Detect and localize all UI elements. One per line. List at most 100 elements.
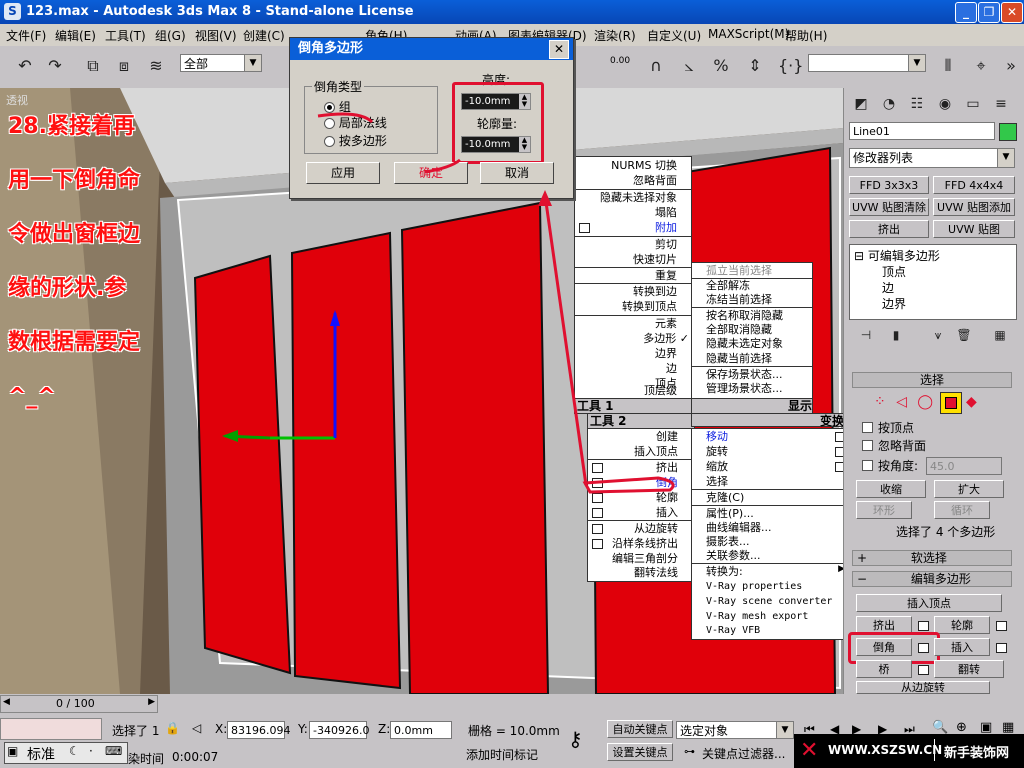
menu-item-dope-sheet[interactable]: 摄影表...: [706, 534, 750, 549]
menu-render[interactable]: 渲染(R): [594, 27, 636, 44]
ignore-back-checkbox[interactable]: [862, 440, 873, 451]
menu-item-bevel[interactable]: 倒角: [656, 475, 678, 490]
soft-select-rollout-header[interactable]: + 软选择: [852, 550, 1012, 566]
auto-key-button[interactable]: 自动关键点: [607, 720, 673, 738]
menu-item-hinge[interactable]: 从边旋转: [634, 521, 678, 536]
menu-item-curve-editor[interactable]: 曲线编辑器...: [706, 520, 772, 535]
menu-customize[interactable]: 自定义(U): [647, 27, 701, 44]
key-filters-button[interactable]: 关键点过滤器...: [702, 745, 785, 762]
link-icon[interactable]: ⧉: [82, 55, 104, 77]
angle-spinner[interactable]: 45.0: [926, 457, 1002, 475]
element-mode-icon[interactable]: ◆: [966, 394, 977, 410]
ime-keyboard-icon[interactable]: ⌨: [105, 744, 122, 758]
menu-item-flip-normals[interactable]: 翻转法线: [634, 565, 678, 580]
menu-item-element[interactable]: 元素: [655, 316, 677, 331]
x-coordinate-field[interactable]: 83196.094: [227, 721, 291, 739]
menu-item-scale[interactable]: 缩放: [706, 459, 728, 474]
flip-button[interactable]: 翻转: [934, 660, 1004, 678]
inset-button[interactable]: 插入: [934, 638, 990, 656]
menu-item-convert-edge[interactable]: 转换到边: [633, 284, 677, 299]
radio-local-normal[interactable]: 局部法线: [324, 114, 387, 131]
display-tab-icon[interactable]: ▭: [962, 93, 984, 115]
menu-item-isolate[interactable]: 孤立当前选择: [706, 263, 772, 278]
configure-sets-icon[interactable]: ▦: [989, 324, 1011, 346]
edge-mode-icon[interactable]: ◁: [896, 394, 907, 410]
menu-item-hide-unselected[interactable]: 隐藏未选择对象: [600, 190, 677, 205]
border-mode-icon[interactable]: ◯: [917, 394, 933, 410]
zoom-extents-icon[interactable]: ▣: [980, 720, 992, 735]
menu-item-manage-state[interactable]: 管理场景状态...: [706, 381, 783, 396]
hinge-button[interactable]: 从边旋转: [856, 681, 990, 694]
close-button[interactable]: ✕: [1001, 2, 1023, 23]
utilities-tab-icon[interactable]: ≡: [990, 93, 1012, 115]
ime-moon-icon[interactable]: ☾: [69, 744, 80, 758]
settings-box-icon[interactable]: [579, 223, 590, 233]
menu-view[interactable]: 视图(V): [195, 27, 237, 44]
stack-item-editable-poly[interactable]: ⊟ 可编辑多边形: [854, 247, 940, 264]
menu-item-outline[interactable]: 轮廓: [656, 490, 678, 505]
menu-item-vray-converter[interactable]: V-Ray scene converter: [706, 594, 832, 609]
app-icon[interactable]: S: [4, 3, 21, 20]
window-pane-2[interactable]: [290, 231, 402, 690]
more-tools-icon[interactable]: »: [1000, 55, 1022, 77]
menu-create[interactable]: 创建(C): [243, 27, 285, 44]
key-mode-dropdown[interactable]: 选定对象 ▼: [676, 721, 794, 739]
time-prev-icon[interactable]: ◀: [3, 697, 10, 707]
bridge-settings-icon[interactable]: [918, 665, 929, 675]
outline-settings-icon[interactable]: [996, 621, 1007, 631]
minimize-button[interactable]: _: [955, 2, 977, 23]
remove-modifier-icon[interactable]: 🗑: [953, 324, 975, 346]
extrude-settings-icon[interactable]: [918, 621, 929, 631]
menu-item-edit-tri[interactable]: 编辑三角剖分: [612, 551, 678, 566]
motion-tab-icon[interactable]: ◉: [934, 93, 956, 115]
named-selection-dropdown[interactable]: ▼: [808, 54, 926, 72]
pin-stack-icon[interactable]: ⊣: [855, 324, 877, 346]
menu-item-select[interactable]: 选择: [706, 474, 728, 489]
ok-button[interactable]: 确定: [394, 162, 468, 184]
menu-item-nurms[interactable]: NURMS 切换: [611, 158, 677, 173]
show-end-result-icon[interactable]: ▮: [885, 324, 907, 346]
loop-button[interactable]: 循环: [934, 501, 990, 519]
menu-item-inset[interactable]: 插入: [656, 505, 678, 520]
menu-item-unfreeze-all[interactable]: 全部解冻: [706, 278, 750, 293]
menu-item-extrude[interactable]: 挤出: [656, 460, 678, 475]
y-coordinate-field[interactable]: -340926.0: [309, 721, 369, 739]
menu-item-cut[interactable]: 剪切: [655, 237, 677, 252]
bind-space-warp-icon[interactable]: ≋: [145, 55, 167, 77]
shrink-button[interactable]: 收缩: [856, 480, 926, 498]
menu-item-hide-unselected-obj[interactable]: 隐藏未选定对象: [706, 336, 783, 351]
menu-item-vray-vfb[interactable]: V-Ray VFB: [706, 623, 760, 638]
select-rollout-header[interactable]: 选择: [852, 372, 1012, 388]
menu-item-unhide-all[interactable]: 全部取消隐藏: [706, 322, 772, 337]
ime-bar[interactable]: ▣ 标准 ☾ · ⌨: [4, 742, 128, 764]
ring-button[interactable]: 环形: [856, 501, 912, 519]
menu-item-freeze-selection[interactable]: 冻结当前选择: [706, 292, 772, 307]
menu-item-polygon[interactable]: 多边形 ✓: [643, 331, 689, 346]
set-key-button[interactable]: 设置关键点: [607, 743, 673, 761]
menu-item-edge[interactable]: 边: [666, 361, 677, 376]
modifier-list-dropdown[interactable]: 修改器列表 ▼: [849, 148, 1015, 168]
angle-snap-icon[interactable]: ⦣: [678, 55, 700, 77]
menu-item-properties[interactable]: 属性(P)...: [706, 506, 754, 521]
menu-item-vray-mesh[interactable]: V-Ray mesh export: [706, 609, 808, 624]
menu-item-hide-selection[interactable]: 隐藏当前选择: [706, 351, 772, 366]
menu-item-convert-vertex[interactable]: 转换到顶点: [622, 299, 677, 314]
menu-item-vray-props[interactable]: V-Ray properties: [706, 579, 802, 594]
cancel-button[interactable]: 取消: [480, 162, 554, 184]
radio-group[interactable]: 组: [324, 98, 351, 115]
modify-tab-icon[interactable]: ◔: [878, 93, 900, 115]
settings-box-icon[interactable]: [592, 539, 603, 549]
outline-button[interactable]: 轮廓: [934, 616, 990, 634]
menu-item-top-level[interactable]: 顶层级: [644, 383, 677, 398]
dialog-close-icon[interactable]: ✕: [549, 40, 569, 59]
menu-item-clone[interactable]: 克隆(C): [706, 490, 744, 505]
hierarchy-tab-icon[interactable]: ☷: [906, 93, 928, 115]
polygon-mode-icon[interactable]: [940, 392, 962, 414]
menu-maxscript[interactable]: MAXScript(M): [708, 27, 789, 41]
menu-item-create[interactable]: 创建: [656, 429, 678, 444]
menu-item-ignore-back[interactable]: 忽略背面: [633, 173, 677, 188]
menu-item-unhide-by-name[interactable]: 按名称取消隐藏: [706, 308, 783, 323]
align-icon[interactable]: ⌖: [970, 55, 992, 77]
object-name-field[interactable]: Line01: [849, 122, 995, 140]
stack-item-vertex[interactable]: 顶点: [882, 263, 906, 280]
